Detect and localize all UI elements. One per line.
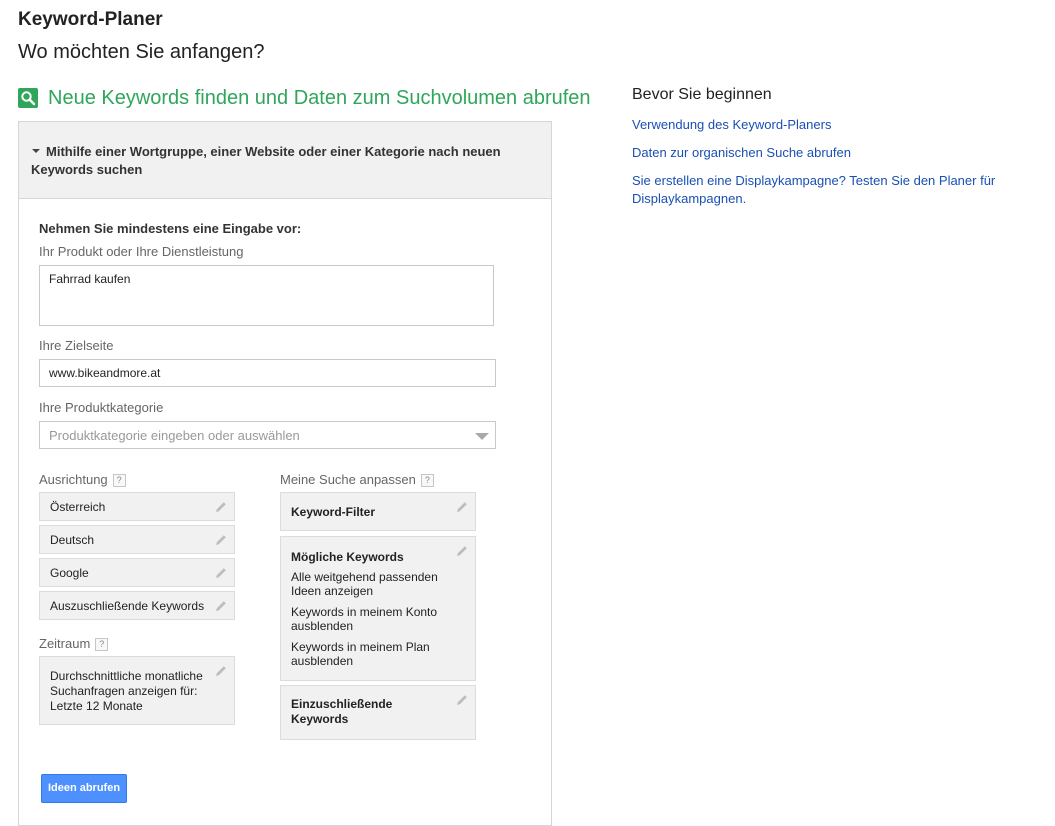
timeframe-box[interactable]: Durchschnittliche monatliche Suchanfrage…: [39, 656, 235, 725]
keyword-filter-label: Keyword-Filter: [291, 505, 376, 519]
dropdown-arrow-icon: [475, 433, 489, 440]
pencil-icon[interactable]: [214, 533, 228, 550]
keyword-options-title: Mögliche Keywords: [291, 550, 404, 564]
pencil-icon[interactable]: [455, 544, 469, 561]
keyword-option: Keywords in meinem Konto: [291, 605, 438, 619]
help-icon[interactable]: ?: [95, 638, 109, 651]
search-icon: [18, 88, 38, 108]
get-ideas-button[interactable]: Ideen abrufen: [41, 774, 127, 803]
keyword-options-box[interactable]: Mögliche Keywords Alle weitgehend passen…: [280, 536, 476, 681]
product-input[interactable]: Fahrrad kaufen: [39, 265, 494, 326]
keyword-option: Alle weitgehend passenden: [291, 570, 438, 584]
include-keywords-line: Einzuschließende: [291, 697, 393, 711]
instruction-text: Nehmen Sie mindestens eine Eingabe vor:: [39, 221, 302, 236]
sidebar-title: Bevor Sie beginnen: [632, 86, 772, 103]
targeting-item-label: Österreich: [50, 500, 106, 514]
timeframe-line: Letzte 12 Monate: [50, 699, 143, 713]
keyword-filter-box[interactable]: Keyword-Filter: [280, 492, 476, 531]
pencil-icon[interactable]: [455, 500, 469, 517]
include-keywords-line: Keywords: [291, 712, 349, 726]
timeframe-line: Durchschnittliche monatliche: [50, 669, 203, 683]
targeting-item-location[interactable]: Österreich: [39, 492, 235, 521]
panel-header[interactable]: Mithilfe einer Wortgruppe, einer Website…: [19, 122, 551, 199]
customize-label-text: Meine Suche anpassen: [280, 472, 416, 487]
customize-label: Meine Suche anpassen?: [280, 472, 434, 488]
page-subtitle: Wo möchten Sie anfangen?: [18, 41, 265, 63]
category-placeholder: Produktkategorie eingeben oder auswählen: [49, 428, 300, 443]
targeting-item-label: Auszuschließende Keywords: [50, 599, 205, 613]
help-icon[interactable]: ?: [112, 474, 126, 487]
link-display-planner[interactable]: Sie erstellen eine Displaykampagne? Test…: [632, 172, 1012, 208]
targeting-label-text: Ausrichtung: [39, 472, 108, 487]
landing-page-label: Ihre Zielseite: [39, 338, 114, 353]
timeframe-line: Suchanfragen anzeigen für:: [50, 684, 198, 698]
panel-header-text[interactable]: Mithilfe einer Wortgruppe, einer Website…: [31, 143, 541, 179]
product-label: Ihr Produkt oder Ihre Dienstleistung: [39, 244, 244, 259]
category-label: Ihre Produktkategorie: [39, 400, 164, 415]
targeting-item-language[interactable]: Deutsch: [39, 525, 235, 554]
pencil-icon[interactable]: [455, 693, 469, 711]
pencil-icon[interactable]: [214, 566, 228, 583]
timeframe-label: Zeitraum?: [39, 636, 109, 652]
pencil-icon[interactable]: [214, 599, 228, 616]
category-select[interactable]: Produktkategorie eingeben oder auswählen: [39, 421, 496, 449]
caret-down-icon: [32, 148, 40, 153]
targeting-item-label: Deutsch: [50, 533, 95, 547]
keyword-option: Ideen anzeigen: [291, 584, 374, 598]
targeting-item-network[interactable]: Google: [39, 558, 235, 587]
section-title: Neue Keywords finden und Daten zum Suchv…: [48, 87, 591, 109]
pencil-icon[interactable]: [214, 500, 228, 517]
link-keyword-planner-usage[interactable]: Verwendung des Keyword-Planers: [632, 116, 1012, 134]
targeting-label: Ausrichtung?: [39, 472, 126, 488]
panel-header-label: Mithilfe einer Wortgruppe, einer Website…: [31, 144, 501, 177]
keyword-option: ausblenden: [291, 619, 354, 633]
keyword-option: Keywords in meinem Plan: [291, 640, 430, 654]
pencil-icon[interactable]: [214, 664, 228, 682]
targeting-item-label: Google: [50, 566, 89, 580]
help-icon[interactable]: ?: [420, 474, 434, 487]
timeframe-label-text: Zeitraum: [39, 636, 91, 651]
include-keywords-box[interactable]: Einzuschließende Keywords: [280, 685, 476, 740]
keyword-option: ausblenden: [291, 654, 354, 668]
page-title: Keyword-Planer: [18, 9, 163, 30]
targeting-item-negative-keywords[interactable]: Auszuschließende Keywords: [39, 591, 235, 620]
link-organic-search-data[interactable]: Daten zur organischen Suche abrufen: [632, 144, 1012, 162]
landing-page-input[interactable]: www.bikeandmore.at: [39, 359, 496, 387]
